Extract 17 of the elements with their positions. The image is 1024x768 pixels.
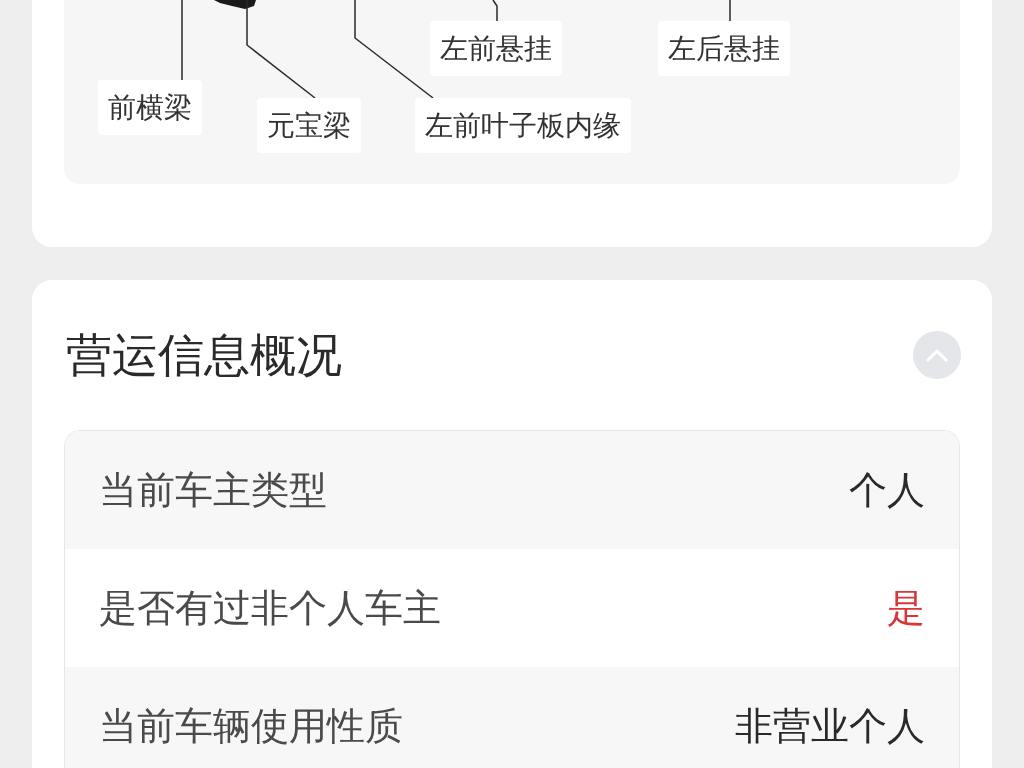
leader-line	[492, 0, 498, 22]
section-title: 营运信息概况	[65, 327, 342, 384]
chevron-up-icon	[926, 348, 948, 362]
row-label: 是否有过非个人车主	[99, 585, 441, 632]
row-value: 是	[887, 585, 925, 632]
chassis-drawing	[214, 0, 256, 9]
part-label: 左后悬挂	[658, 21, 790, 76]
part-label: 左前悬挂	[430, 21, 562, 76]
part-label: 元宝梁	[257, 98, 361, 153]
part-label: 左前叶子板内缘	[415, 98, 631, 153]
leader-line	[729, 0, 731, 22]
row-value: 非营业个人	[735, 703, 925, 750]
row-label: 当前车主类型	[99, 467, 327, 514]
row-label: 当前车辆使用性质	[99, 703, 403, 750]
collapse-button[interactable]	[913, 331, 961, 379]
part-label: 前横梁	[98, 80, 202, 135]
row-value: 个人	[849, 467, 925, 514]
